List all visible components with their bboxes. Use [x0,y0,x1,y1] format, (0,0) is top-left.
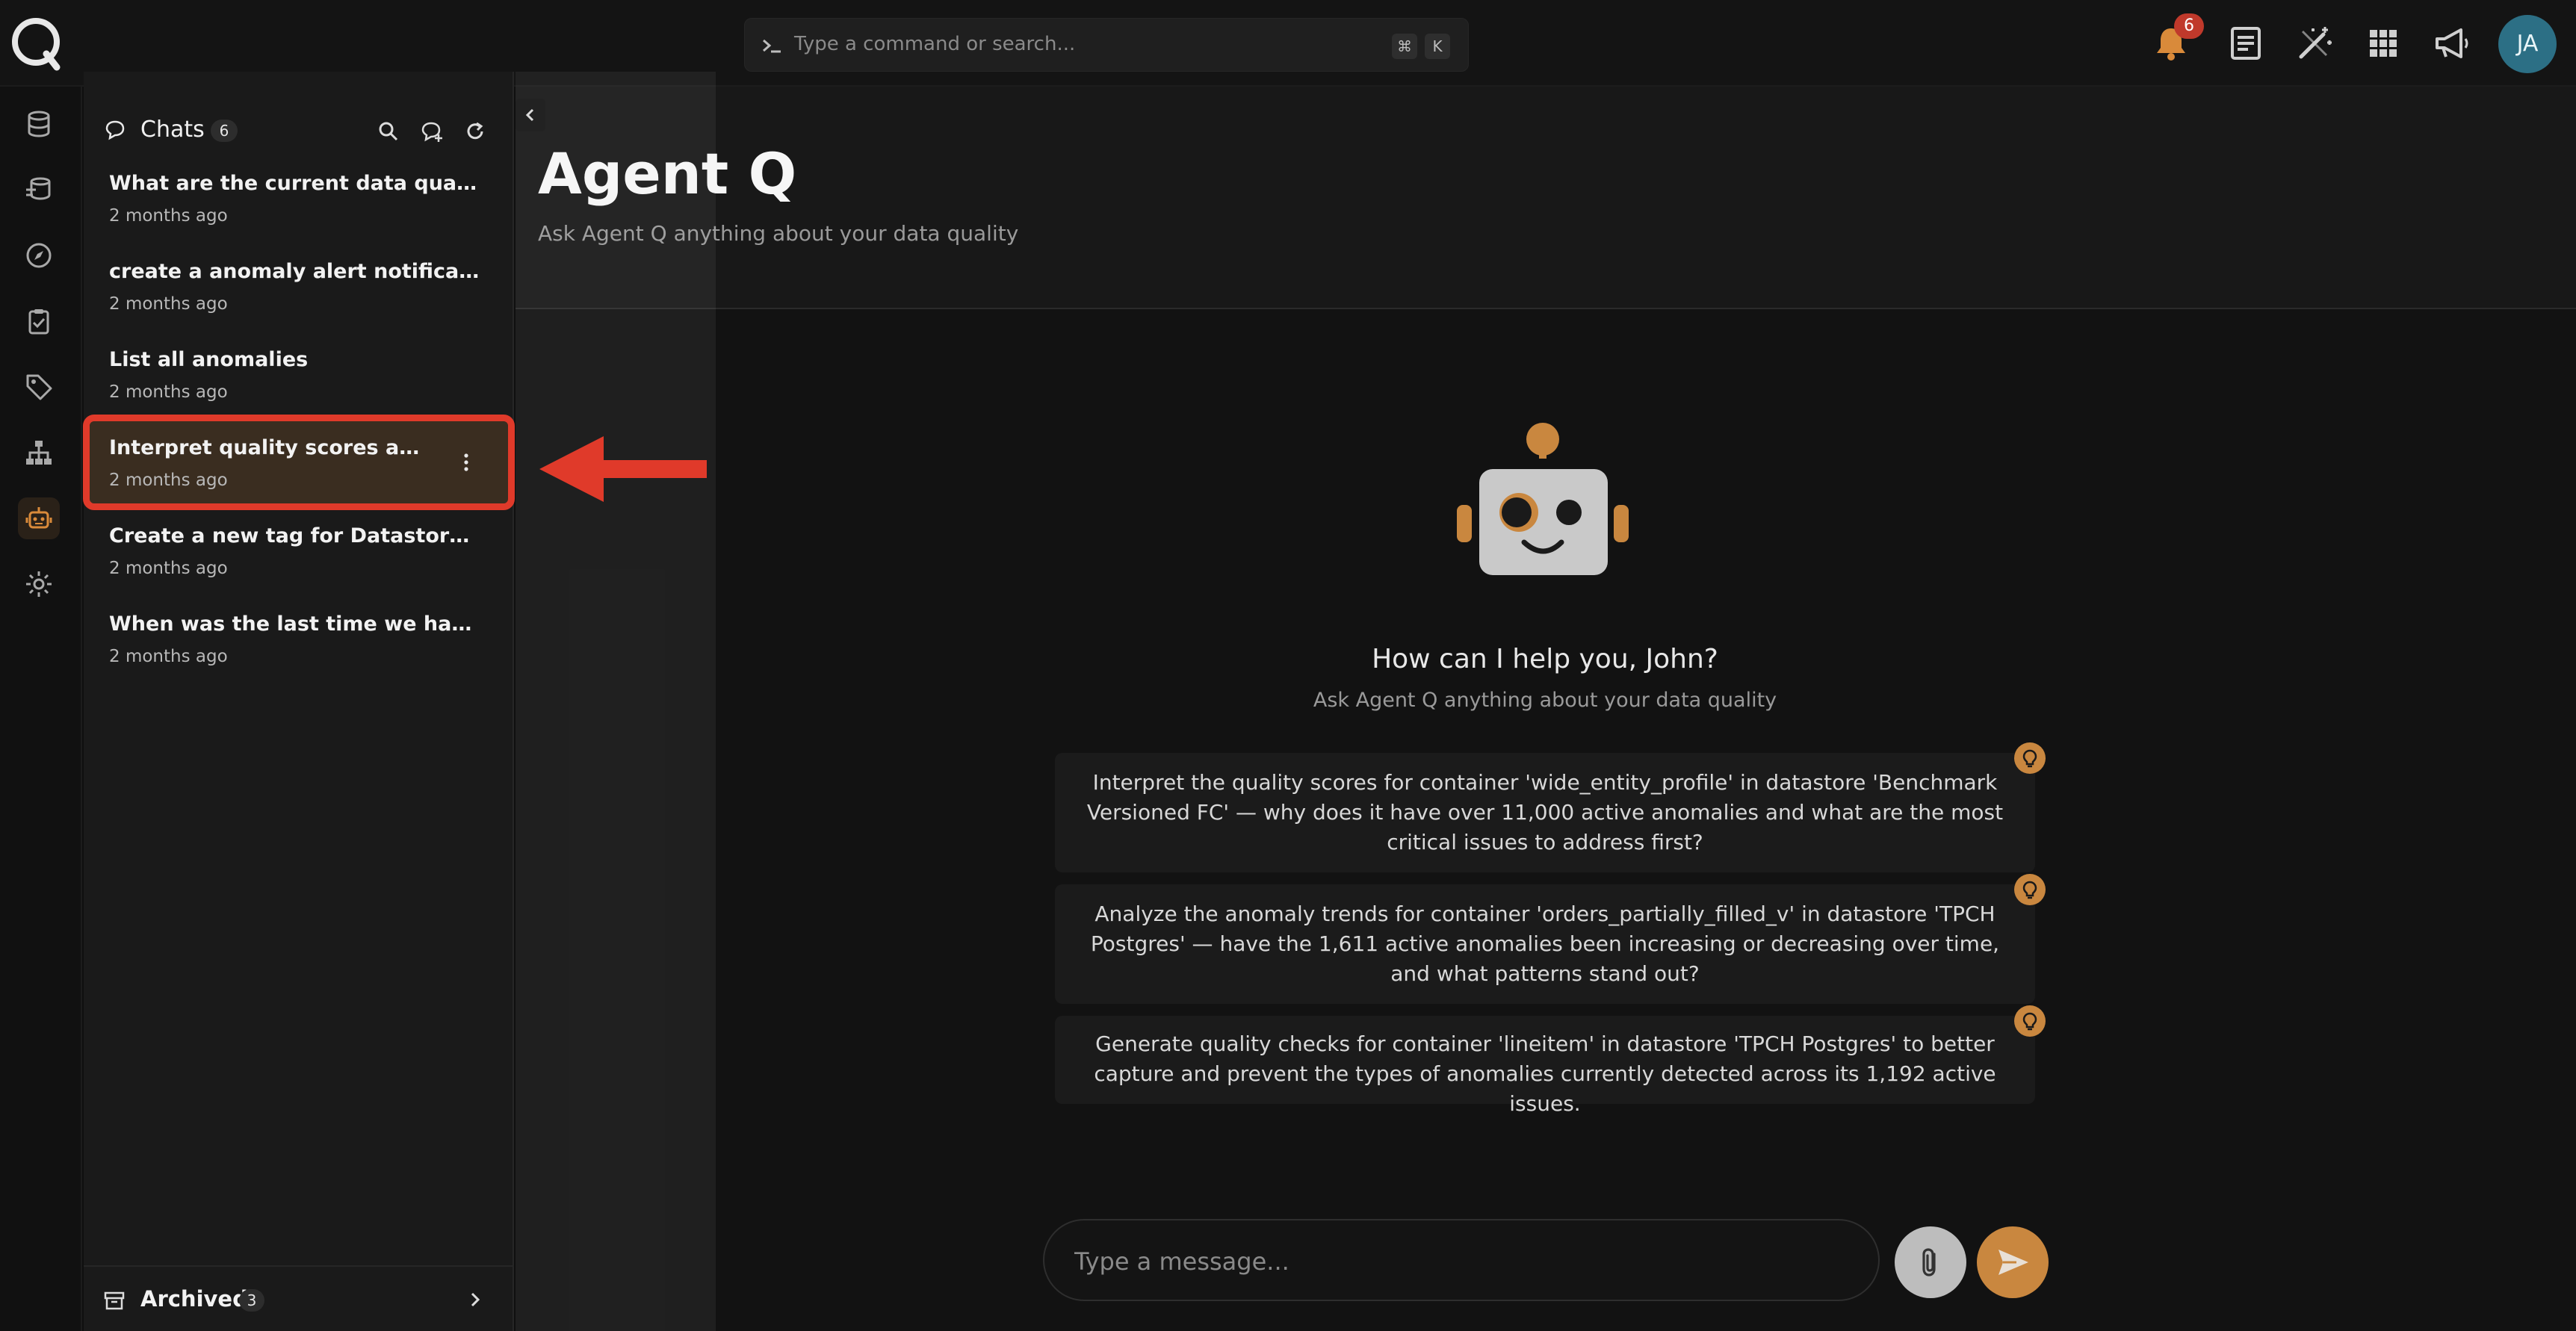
chat-list-item-selected[interactable]: Interpret quality scores and top... 2 mo… [83,415,515,510]
lightbulb-icon [2014,742,2046,774]
chat-title: create a anomaly alert notification ... [109,260,483,283]
document-icon[interactable] [2225,22,2267,64]
nav-checks[interactable] [18,300,60,342]
chat-list-item[interactable]: What are the current data quality s... 2… [90,157,508,239]
chat-timestamp: 2 months ago [109,647,228,666]
chats-count-badge: 6 [211,120,238,142]
database-icon [28,111,50,137]
nav-tags[interactable] [18,366,60,408]
left-nav-rail [0,87,82,1331]
chevron-left-icon [525,108,534,122]
lightbulb-icon [2014,874,2046,905]
refresh-icon [467,122,483,140]
suggestion-card[interactable]: Generate quality checks for container 'l… [1055,1016,2035,1116]
suggestion-text: Generate quality checks for container 'l… [1094,1031,1996,1116]
attach-button[interactable] [1895,1226,1966,1298]
chat-list-item[interactable]: List all anomalies 2 months ago [90,333,508,415]
chats-panel: Chats 6 What are the current data qualit… [83,72,515,1331]
magic-wand-icon[interactable] [2294,22,2335,64]
compass-icon [26,243,52,268]
chat-list-item[interactable]: Create a new tag for Datastore: An... 2 … [90,509,508,592]
nav-flows[interactable] [18,432,60,474]
chat-title: Interpret quality scores and top... [109,436,423,459]
user-avatar[interactable]: JA [2498,15,2557,73]
tag-icon [26,374,52,400]
database-stack-icon [26,177,51,200]
annotation-arrow-icon [539,436,707,502]
command-search[interactable]: Type a command or search... ⌘ K [744,18,1469,72]
paperclip-icon [1922,1248,1936,1276]
notification-badge: 6 [2174,13,2204,39]
lightbulb-icon [2014,1005,2046,1037]
greeting-text: How can I help you, John? [1372,644,1718,674]
refresh-chats-button[interactable] [460,117,490,146]
chat-list-item[interactable]: create a anomaly alert notification ... … [90,245,508,327]
nav-settings[interactable] [18,563,60,605]
shortcut-cmd-key: ⌘ [1392,34,1417,59]
more-vertical-icon[interactable] [459,451,474,474]
chat-title: What are the current data quality s... [109,172,483,195]
chat-timestamp: 2 months ago [109,206,228,226]
agent-robot-icon [1457,423,1629,575]
nav-enrichment[interactable] [18,169,60,211]
send-icon [1998,1250,2028,1275]
chat-bubble-icon [105,120,125,140]
suggestion-text: Interpret the quality scores for contain… [1086,770,2004,854]
message-input[interactable] [1074,1243,1836,1280]
page-header: Agent Q Ask Agent Q anything about your … [515,87,2576,309]
chat-title: Create a new tag for Datastore: An... [109,524,483,547]
nav-datastores[interactable] [18,103,60,145]
chevron-right-icon [471,1292,480,1307]
nav-agent-q[interactable] [18,497,60,539]
terminal-prompt-icon [763,39,781,53]
chat-title: When was the last time we have an ... [109,612,483,636]
greeting-subtext: Ask Agent Q anything about your data qua… [1313,689,1777,712]
archive-box-icon [104,1291,125,1310]
chat-title: List all anomalies [109,348,309,371]
clipboard-check-icon [28,309,49,335]
chat-timestamp: 2 months ago [109,559,228,578]
new-chat-button[interactable] [417,117,447,146]
suggestion-card[interactable]: Analyze the anomaly trends for container… [1055,884,2035,1004]
gear-icon [26,571,52,597]
hierarchy-icon [26,441,52,465]
command-search-placeholder: Type a command or search... [794,33,1076,55]
chat-list-item[interactable]: When was the last time we have an ... 2 … [90,598,508,680]
megaphone-icon[interactable] [2431,22,2473,64]
shortcut-k-key: K [1425,34,1450,59]
chat-timestamp: 2 months ago [109,382,228,402]
robot-icon [25,507,52,529]
suggestion-card[interactable]: Interpret the quality scores for contain… [1055,753,2035,872]
apps-grid-icon[interactable] [2362,22,2404,64]
archived-section[interactable]: Archived 3 [84,1265,514,1331]
add-chat-icon [421,122,442,142]
chat-timestamp: 2 months ago [109,471,228,490]
qualytics-logo-icon[interactable] [7,15,64,72]
message-box [1043,1219,1880,1301]
send-button[interactable] [1977,1226,2049,1298]
chat-timestamp: 2 months ago [109,294,228,314]
archived-count-badge: 3 [239,1289,264,1312]
chats-title: Chats [140,117,205,143]
nav-explore[interactable] [18,235,60,276]
search-chats-button[interactable] [374,117,403,146]
collapse-panel-button[interactable] [515,99,545,131]
suggestion-text: Analyze the anomaly trends for container… [1090,902,2000,986]
archived-label: Archived [140,1286,248,1312]
search-icon [379,122,398,141]
panel-overlay-shade [515,72,716,1331]
chats-panel-header: Chats 6 [84,102,514,161]
